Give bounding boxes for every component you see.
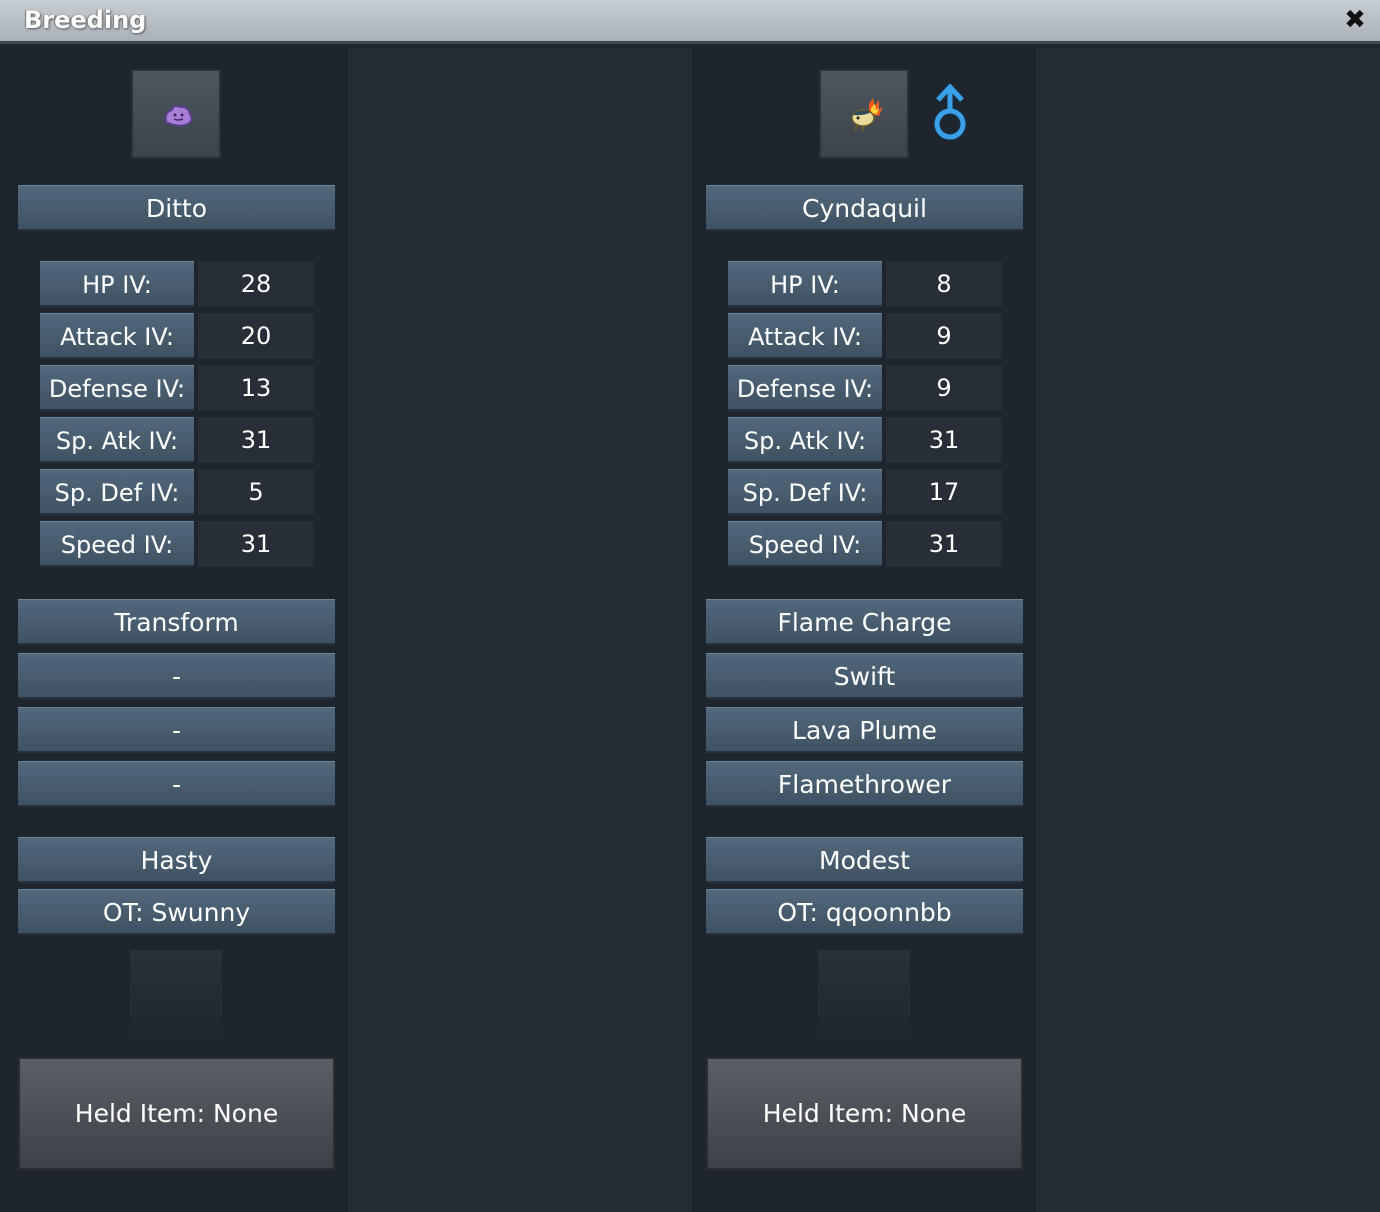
left-held-item-button[interactable]: Held Item: None <box>18 1057 335 1170</box>
right-stat-value: 31 <box>886 521 1002 567</box>
right-name-bar[interactable]: Cyndaquil <box>706 185 1023 231</box>
left-nature-bar[interactable]: Hasty <box>18 837 335 883</box>
right-ot-bar[interactable]: OT: qqoonnbb <box>706 889 1023 935</box>
left-stat-label: Sp. Atk IV: <box>40 417 194 463</box>
left-move-3[interactable]: - <box>18 707 335 753</box>
left-move-1[interactable]: Transform <box>18 599 335 645</box>
left-stat-value: 20 <box>198 313 314 359</box>
right-stat-value: 17 <box>886 469 1002 515</box>
left-move-2[interactable]: - <box>18 653 335 699</box>
right-stat-label: Sp. Atk IV: <box>728 417 882 463</box>
right-stat-label: Attack IV: <box>728 313 882 359</box>
left-ot-bar[interactable]: OT: Swunny <box>18 889 335 935</box>
left-name-bar[interactable]: Ditto <box>18 185 335 231</box>
left-stat-label: Speed IV: <box>40 521 194 567</box>
left-item-slot[interactable] <box>130 950 222 1042</box>
left-stat-label: Sp. Def IV: <box>40 469 194 515</box>
left-stat-value: 31 <box>198 417 314 463</box>
close-icon[interactable]: ✖ <box>1340 5 1370 35</box>
right-stat-value: 31 <box>886 417 1002 463</box>
breeding-window: Breeding ✖ Ditto HP IV: 28 Attack IV: 20… <box>0 0 1380 1212</box>
right-move-2[interactable]: Swift <box>706 653 1023 699</box>
left-stat-value: 5 <box>198 469 314 515</box>
right-move-1[interactable]: Flame Charge <box>706 599 1023 645</box>
title-bar: Breeding ✖ <box>0 0 1380 44</box>
right-stat-value: 8 <box>886 261 1002 307</box>
left-stat-value: 31 <box>198 521 314 567</box>
left-stat-value: 13 <box>198 365 314 411</box>
right-move-4[interactable]: Flamethrower <box>706 761 1023 807</box>
right-held-item-button[interactable]: Held Item: None <box>706 1057 1023 1170</box>
left-move-4[interactable]: - <box>18 761 335 807</box>
window-title: Breeding <box>24 6 147 34</box>
right-stat-value: 9 <box>886 365 1002 411</box>
right-stat-label: Defense IV: <box>728 365 882 411</box>
right-item-slot[interactable] <box>818 950 910 1042</box>
left-stat-value: 28 <box>198 261 314 307</box>
right-stat-value: 9 <box>886 313 1002 359</box>
left-stat-label: Attack IV: <box>40 313 194 359</box>
left-stat-label: Defense IV: <box>40 365 194 411</box>
right-stat-label: Speed IV: <box>728 521 882 567</box>
male-icon <box>932 84 968 142</box>
cyndaquil-sprite[interactable] <box>819 69 909 159</box>
left-stat-label: HP IV: <box>40 261 194 307</box>
right-stat-label: HP IV: <box>728 261 882 307</box>
ditto-sprite[interactable] <box>131 69 221 159</box>
left-spacer-panel <box>348 48 692 1212</box>
right-stat-label: Sp. Def IV: <box>728 469 882 515</box>
right-move-3[interactable]: Lava Plume <box>706 707 1023 753</box>
right-spacer-panel <box>1036 48 1380 1212</box>
right-nature-bar[interactable]: Modest <box>706 837 1023 883</box>
